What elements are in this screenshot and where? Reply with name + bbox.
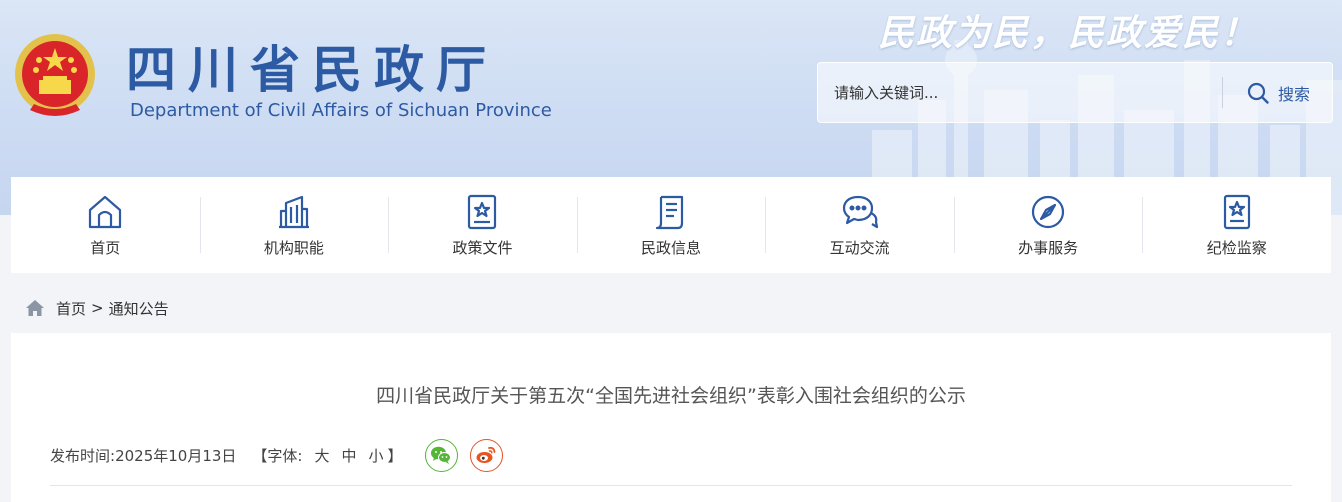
search-icon: [1247, 82, 1269, 104]
font-size-close: 】: [387, 446, 403, 465]
nav-item-info[interactable]: 民政信息: [576, 177, 766, 273]
main-nav: 首页 机构职能 政策文件 民政信息 互动交流 办事服务 纪检监察: [11, 177, 1331, 273]
slogan: 民政为民，民政爱民！: [878, 12, 1259, 54]
national-emblem-icon: [15, 34, 95, 116]
search-button-label: 搜索: [1277, 85, 1310, 104]
scroll-icon: [655, 195, 684, 229]
publish-time-label: 发布时间:: [50, 446, 116, 465]
nav-item-organization[interactable]: 机构职能: [199, 177, 389, 273]
home-icon: [26, 300, 44, 316]
nav-label: 民政信息: [641, 238, 702, 257]
badge-star-icon: [1223, 194, 1250, 229]
breadcrumb: 首页 > 通知公告: [24, 296, 169, 320]
publish-date: 2025年10月13日: [115, 446, 237, 465]
wechat-icon: [431, 446, 452, 464]
share-weibo-button[interactable]: [469, 438, 503, 472]
nav-label: 机构职能: [263, 238, 324, 257]
nav-item-interaction[interactable]: 互动交流: [765, 177, 954, 273]
nav-label: 办事服务: [1018, 238, 1079, 257]
document-star-icon: [468, 194, 497, 229]
building-icon: [278, 195, 309, 228]
nav-label: 纪检监察: [1206, 238, 1267, 257]
nav-item-services[interactable]: 办事服务: [953, 177, 1143, 273]
breadcrumb-home-link[interactable]: 首页: [56, 298, 86, 319]
site-title: 四川省民政厅: [126, 40, 498, 99]
font-size-label: 【字体:: [252, 446, 303, 465]
font-size-large[interactable]: 大: [314, 445, 329, 466]
font-size-small[interactable]: 小: [369, 445, 384, 466]
nav-item-home[interactable]: 首页: [11, 177, 200, 273]
nav-item-policy[interactable]: 政策文件: [388, 177, 577, 273]
nav-label: 互动交流: [829, 238, 890, 257]
search-box: 搜索: [817, 62, 1333, 123]
chat-bubbles-icon: [842, 195, 878, 228]
article-meta: 发布时间: 2025年10月13日 【字体: 大 中 小 】: [50, 438, 503, 472]
nav-label: 首页: [90, 238, 121, 257]
breadcrumb-separator: >: [91, 299, 104, 317]
search-divider: [1222, 77, 1223, 108]
search-input[interactable]: [832, 77, 1216, 109]
article-panel: 四川省民政厅关于第五次“全国先进社会组织”表彰入围社会组织的公示 发布时间: 2…: [11, 333, 1331, 502]
meta-divider: [50, 485, 1292, 486]
article-title: 四川省民政厅关于第五次“全国先进社会组织”表彰入围社会组织的公示: [376, 385, 966, 407]
compass-icon: [1032, 195, 1065, 228]
font-size-medium[interactable]: 中: [342, 445, 357, 466]
home-icon: [89, 195, 122, 228]
nav-item-discipline[interactable]: 纪检监察: [1142, 177, 1331, 273]
weibo-icon: [476, 446, 496, 463]
share-wechat-button[interactable]: [424, 438, 458, 472]
site-subtitle: Department of Civil Affairs of Sichuan P…: [130, 100, 552, 121]
nav-label: 政策文件: [452, 238, 513, 257]
search-button[interactable]: 搜索: [1228, 73, 1328, 113]
breadcrumb-current-link[interactable]: 通知公告: [109, 298, 169, 319]
